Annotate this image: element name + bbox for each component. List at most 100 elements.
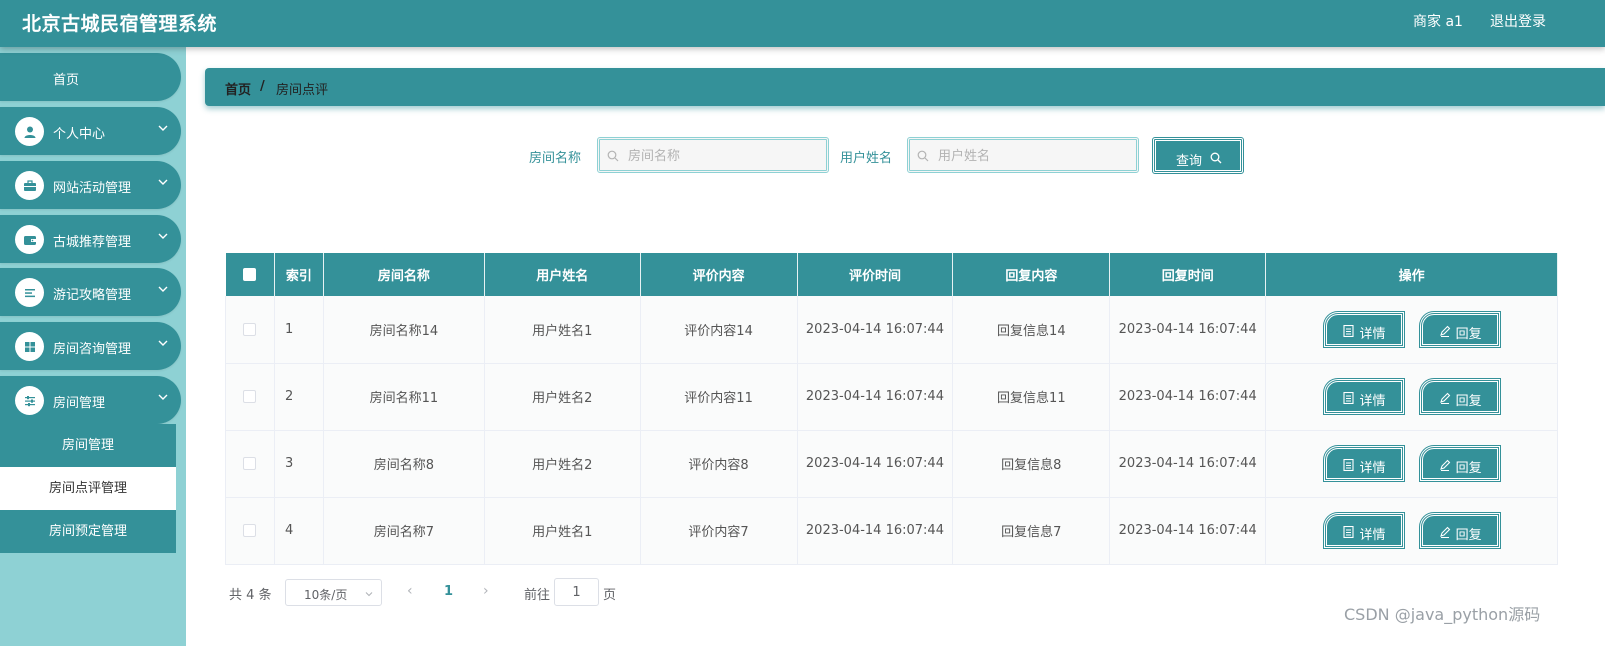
row-index: 2 [274,363,324,431]
logout-link[interactable]: 退出登录 [1490,11,1546,31]
row-select-cell [225,430,275,498]
breadcrumb-home[interactable]: 首页 [225,79,251,98]
sidebar-item-travel-notes[interactable]: 游记攻略管理 [0,268,181,316]
row-checkbox[interactable] [243,524,257,537]
sidebar-item-label: 房间咨询管理 [53,342,132,357]
row-review-time: 2023-04-14 16:07:44 [797,497,954,565]
chevron-down-icon [158,179,168,185]
edit-icon [1439,459,1450,471]
row-review: 评价内容7 [640,497,798,565]
row-checkbox[interactable] [243,457,257,470]
rooms-submenu: 房间管理 房间点评管理 房间预定管理 [0,424,176,553]
chevron-down-icon [158,233,168,239]
reply-button[interactable]: 回复 [1418,512,1501,549]
row-room-name: 房间名称11 [323,363,485,431]
row-review-time: 2023-04-14 16:07:44 [797,296,954,364]
user-icon [15,117,44,146]
user-name-input[interactable] [938,146,1128,166]
detail-button[interactable]: 详情 [1322,378,1405,415]
detail-button-label: 详情 [1359,461,1386,476]
reply-button-label: 回复 [1455,528,1482,543]
briefcase-icon [15,171,44,200]
user-name-field[interactable] [907,137,1139,173]
room-name-input[interactable] [628,146,818,166]
goto-label: 前往 [524,588,551,603]
prev-page-button[interactable]: ‹ [407,583,413,599]
detail-button-label: 详情 [1359,326,1386,342]
column-header: 回复内容 [952,253,1111,296]
search-icon [607,150,619,162]
submenu-room-management[interactable]: 房间管理 [0,424,176,467]
row-index: 3 [274,430,324,498]
row-reply: 回复信息14 [952,296,1111,364]
row-user-name: 用户姓名1 [484,497,641,565]
breadcrumb: 首页 / 房间点评 [205,68,1605,106]
chevron-down-icon [158,286,168,292]
column-header: 回复时间 [1109,253,1267,296]
detail-button[interactable]: 详情 [1322,512,1405,549]
chevron-down-icon [158,340,168,346]
row-reply-time: 2023-04-14 16:07:44 [1109,497,1267,565]
row-user-name: 用户姓名2 [484,363,641,431]
sidebar: 首页 个人中心 网站活动管理 古城推荐管理 游记攻略管理 房间咨询管理 房间管理 [0,47,186,646]
page-number-current[interactable]: 1 [444,584,453,599]
sidebar-item-home[interactable]: 首页 [0,53,181,101]
goto-page-input[interactable] [554,578,599,606]
room-name-label: 房间名称 [529,151,582,166]
row-checkbox[interactable] [243,390,257,403]
reply-button[interactable]: 回复 [1418,445,1501,482]
sidebar-item-recommend[interactable]: 古城推荐管理 [0,215,181,263]
reply-button-label: 回复 [1455,394,1482,409]
sidebar-item-label: 个人中心 [53,127,106,142]
select-all-checkbox[interactable] [243,268,257,281]
row-reply-time: 2023-04-14 16:07:44 [1109,363,1267,431]
sidebar-item-consult[interactable]: 房间咨询管理 [0,322,181,370]
page-size-select[interactable]: 10条/页 [285,579,382,606]
row-review-time: 2023-04-14 16:07:44 [797,363,954,431]
search-icon [1210,152,1222,164]
column-header: 用户姓名 [484,253,641,296]
submenu-room-booking[interactable]: 房间预定管理 [0,510,176,553]
reply-button[interactable]: 回复 [1418,310,1501,348]
column-header: 评价内容 [640,253,798,296]
row-actions: 详情 回复 [1265,497,1558,565]
row-select-cell [225,363,275,431]
document-icon [1342,526,1354,538]
table-row: 3 房间名称8 用户姓名2 评价内容8 2023-04-14 16:07:44 … [225,430,1558,498]
sidebar-item-label: 网站活动管理 [53,181,132,196]
row-index: 1 [274,296,324,364]
chevron-down-icon [365,592,373,597]
list-icon [15,278,44,307]
document-icon [1342,459,1354,471]
grid-icon [15,332,44,361]
detail-button[interactable]: 详情 [1322,445,1405,482]
row-review-time: 2023-04-14 16:07:44 [797,430,954,498]
sidebar-item-personal-center[interactable]: 个人中心 [0,107,181,155]
reply-button-label: 回复 [1455,326,1482,342]
breadcrumb-separator: / [260,79,265,94]
column-header: 操作 [1265,253,1558,296]
query-button-label: 查询 [1176,154,1203,169]
document-icon [1342,324,1354,337]
room-name-field[interactable] [597,137,829,173]
submenu-room-reviews[interactable]: 房间点评管理 [0,467,176,510]
search-icon [917,150,929,162]
column-header: 评价时间 [797,253,954,296]
row-select-cell [225,296,275,364]
sidebar-item-rooms[interactable]: 房间管理 [0,376,181,424]
row-actions: 详情 回复 [1265,430,1558,498]
detail-button-label: 详情 [1359,394,1386,409]
detail-button-label: 详情 [1359,528,1386,543]
row-reply: 回复信息11 [952,363,1111,431]
select-all-header [225,253,275,296]
sidebar-item-activities[interactable]: 网站活动管理 [0,161,181,209]
row-checkbox[interactable] [243,322,257,336]
row-reply-time: 2023-04-14 16:07:44 [1109,296,1267,364]
reply-button[interactable]: 回复 [1418,378,1501,415]
next-page-button[interactable]: › [483,583,489,599]
pagination-total: 共 4 条 [229,588,272,603]
detail-button[interactable]: 详情 [1322,310,1405,348]
query-button[interactable]: 查询 [1152,137,1244,174]
row-select-cell [225,497,275,565]
table-row: 2 房间名称11 用户姓名2 评价内容11 2023-04-14 16:07:4… [225,363,1558,431]
